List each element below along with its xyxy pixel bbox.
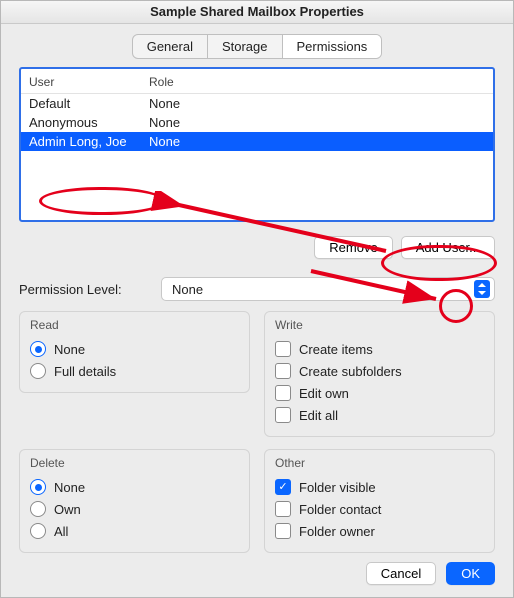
table-buttons: Remove Add User... — [19, 222, 495, 277]
option-label: Folder contact — [299, 502, 381, 517]
add-user-button[interactable]: Add User... — [401, 236, 495, 259]
other-group: Other Folder visible Folder contact Fold… — [264, 449, 495, 553]
table-row-selected[interactable]: Admin Long, Joe None — [21, 132, 493, 151]
group-title: Read — [30, 318, 239, 332]
checkbox-icon — [275, 479, 291, 495]
option-label: Folder visible — [299, 480, 376, 495]
cell-role: None — [149, 134, 485, 149]
option-label: None — [54, 480, 85, 495]
permission-level-row: Permission Level: None — [19, 277, 495, 301]
other-folder-owner-option[interactable]: Folder owner — [275, 520, 484, 542]
cell-role: None — [149, 115, 485, 130]
read-none-option[interactable]: None — [30, 338, 239, 360]
dialog-footer: Cancel OK — [366, 562, 495, 585]
tab-bar: General Storage Permissions — [1, 24, 513, 67]
radio-icon — [30, 341, 46, 357]
content-area: User Role Default None Anonymous None Ad… — [1, 67, 513, 553]
write-edit-all-option[interactable]: Edit all — [275, 404, 484, 426]
checkbox-icon — [275, 363, 291, 379]
table-header: User Role — [21, 69, 493, 94]
option-label: Create subfolders — [299, 364, 402, 379]
delete-group: Delete None Own All — [19, 449, 250, 553]
write-create-subfolders-option[interactable]: Create subfolders — [275, 360, 484, 382]
cancel-button[interactable]: Cancel — [366, 562, 436, 585]
ok-button[interactable]: OK — [446, 562, 495, 585]
permission-level-select[interactable]: None — [161, 277, 495, 301]
checkbox-icon — [275, 407, 291, 423]
permissions-table[interactable]: User Role Default None Anonymous None Ad… — [19, 67, 495, 222]
write-create-items-option[interactable]: Create items — [275, 338, 484, 360]
option-label: None — [54, 342, 85, 357]
read-full-option[interactable]: Full details — [30, 360, 239, 382]
option-label: All — [54, 524, 68, 539]
tab-permissions[interactable]: Permissions — [283, 35, 382, 58]
column-header-user[interactable]: User — [29, 75, 149, 89]
other-folder-contact-option[interactable]: Folder contact — [275, 498, 484, 520]
option-label: Edit all — [299, 408, 338, 423]
delete-all-option[interactable]: All — [30, 520, 239, 542]
cell-user: Anonymous — [29, 115, 149, 130]
checkbox-icon — [275, 341, 291, 357]
radio-icon — [30, 523, 46, 539]
write-edit-own-option[interactable]: Edit own — [275, 382, 484, 404]
delete-none-option[interactable]: None — [30, 476, 239, 498]
tab-general[interactable]: General — [133, 35, 208, 58]
cell-role: None — [149, 96, 485, 111]
radio-icon — [30, 363, 46, 379]
cell-user: Admin Long, Joe — [29, 134, 149, 149]
properties-dialog: Sample Shared Mailbox Properties General… — [0, 0, 514, 598]
option-label: Own — [54, 502, 81, 517]
delete-own-option[interactable]: Own — [30, 498, 239, 520]
checkbox-icon — [275, 501, 291, 517]
option-label: Edit own — [299, 386, 349, 401]
window-title: Sample Shared Mailbox Properties — [1, 1, 513, 24]
chevron-updown-icon[interactable] — [474, 280, 490, 298]
radio-icon — [30, 479, 46, 495]
group-title: Write — [275, 318, 484, 332]
tab-storage[interactable]: Storage — [208, 35, 283, 58]
option-label: Full details — [54, 364, 116, 379]
group-title: Delete — [30, 456, 239, 470]
permission-level-label: Permission Level: — [19, 282, 149, 297]
option-label: Folder owner — [299, 524, 375, 539]
permission-level-value: None — [172, 282, 203, 297]
option-label: Create items — [299, 342, 373, 357]
group-title: Other — [275, 456, 484, 470]
remove-button[interactable]: Remove — [314, 236, 392, 259]
checkbox-icon — [275, 385, 291, 401]
column-header-role[interactable]: Role — [149, 75, 485, 89]
checkbox-icon — [275, 523, 291, 539]
table-row[interactable]: Default None — [21, 94, 493, 113]
radio-icon — [30, 501, 46, 517]
cell-user: Default — [29, 96, 149, 111]
tab-group: General Storage Permissions — [132, 34, 383, 59]
other-folder-visible-option[interactable]: Folder visible — [275, 476, 484, 498]
read-group: Read None Full details — [19, 311, 250, 393]
write-group: Write Create items Create subfolders Edi… — [264, 311, 495, 437]
table-row[interactable]: Anonymous None — [21, 113, 493, 132]
